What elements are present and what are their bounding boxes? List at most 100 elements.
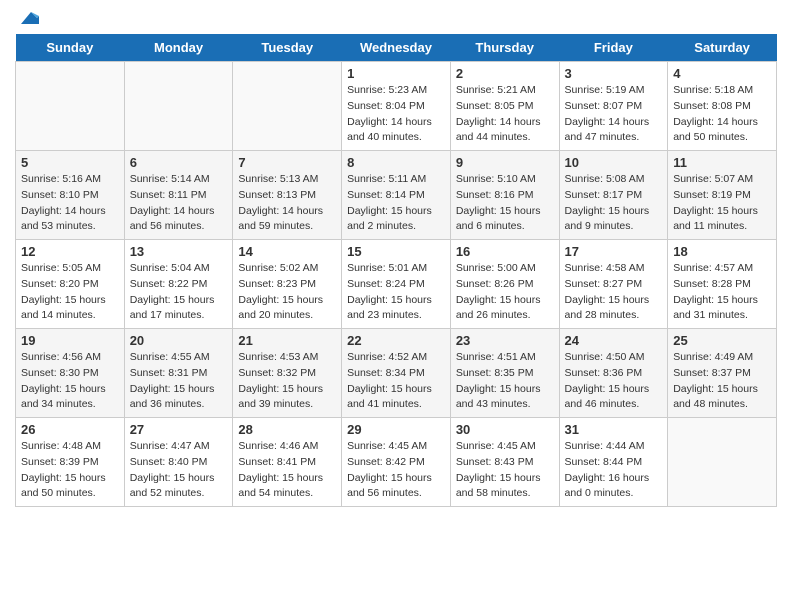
day-number: 23 bbox=[456, 333, 554, 348]
day-number: 13 bbox=[130, 244, 228, 259]
day-number: 31 bbox=[565, 422, 663, 437]
day-number: 9 bbox=[456, 155, 554, 170]
day-detail: Sunrise: 4:50 AMSunset: 8:36 PMDaylight:… bbox=[565, 350, 663, 413]
calendar-cell: 12 Sunrise: 5:05 AMSunset: 8:20 PMDaylig… bbox=[16, 240, 125, 329]
calendar-cell bbox=[124, 62, 233, 151]
week-row-5: 26 Sunrise: 4:48 AMSunset: 8:39 PMDaylig… bbox=[16, 418, 777, 507]
day-detail: Sunrise: 5:19 AMSunset: 8:07 PMDaylight:… bbox=[565, 83, 663, 146]
day-number: 22 bbox=[347, 333, 445, 348]
calendar-cell bbox=[16, 62, 125, 151]
day-number: 5 bbox=[21, 155, 119, 170]
calendar-cell bbox=[668, 418, 777, 507]
calendar-cell: 17 Sunrise: 4:58 AMSunset: 8:27 PMDaylig… bbox=[559, 240, 668, 329]
calendar-cell: 5 Sunrise: 5:16 AMSunset: 8:10 PMDayligh… bbox=[16, 151, 125, 240]
day-detail: Sunrise: 5:16 AMSunset: 8:10 PMDaylight:… bbox=[21, 172, 119, 235]
day-number: 14 bbox=[238, 244, 336, 259]
day-detail: Sunrise: 4:45 AMSunset: 8:43 PMDaylight:… bbox=[456, 439, 554, 502]
day-detail: Sunrise: 5:14 AMSunset: 8:11 PMDaylight:… bbox=[130, 172, 228, 235]
day-detail: Sunrise: 5:23 AMSunset: 8:04 PMDaylight:… bbox=[347, 83, 445, 146]
day-detail: Sunrise: 4:47 AMSunset: 8:40 PMDaylight:… bbox=[130, 439, 228, 502]
calendar-cell: 26 Sunrise: 4:48 AMSunset: 8:39 PMDaylig… bbox=[16, 418, 125, 507]
day-detail: Sunrise: 4:57 AMSunset: 8:28 PMDaylight:… bbox=[673, 261, 771, 324]
day-detail: Sunrise: 5:05 AMSunset: 8:20 PMDaylight:… bbox=[21, 261, 119, 324]
day-number: 30 bbox=[456, 422, 554, 437]
day-detail: Sunrise: 4:49 AMSunset: 8:37 PMDaylight:… bbox=[673, 350, 771, 413]
week-row-1: 1 Sunrise: 5:23 AMSunset: 8:04 PMDayligh… bbox=[16, 62, 777, 151]
day-number: 21 bbox=[238, 333, 336, 348]
day-number: 25 bbox=[673, 333, 771, 348]
day-number: 1 bbox=[347, 66, 445, 81]
calendar-cell: 1 Sunrise: 5:23 AMSunset: 8:04 PMDayligh… bbox=[342, 62, 451, 151]
calendar-cell: 24 Sunrise: 4:50 AMSunset: 8:36 PMDaylig… bbox=[559, 329, 668, 418]
calendar-cell: 21 Sunrise: 4:53 AMSunset: 8:32 PMDaylig… bbox=[233, 329, 342, 418]
calendar-cell: 30 Sunrise: 4:45 AMSunset: 8:43 PMDaylig… bbox=[450, 418, 559, 507]
day-detail: Sunrise: 4:48 AMSunset: 8:39 PMDaylight:… bbox=[21, 439, 119, 502]
logo-icon bbox=[17, 10, 39, 26]
day-detail: Sunrise: 5:18 AMSunset: 8:08 PMDaylight:… bbox=[673, 83, 771, 146]
week-row-4: 19 Sunrise: 4:56 AMSunset: 8:30 PMDaylig… bbox=[16, 329, 777, 418]
calendar-cell: 11 Sunrise: 5:07 AMSunset: 8:19 PMDaylig… bbox=[668, 151, 777, 240]
day-number: 12 bbox=[21, 244, 119, 259]
day-detail: Sunrise: 5:02 AMSunset: 8:23 PMDaylight:… bbox=[238, 261, 336, 324]
calendar-cell: 6 Sunrise: 5:14 AMSunset: 8:11 PMDayligh… bbox=[124, 151, 233, 240]
day-number: 17 bbox=[565, 244, 663, 259]
day-detail: Sunrise: 4:55 AMSunset: 8:31 PMDaylight:… bbox=[130, 350, 228, 413]
calendar-cell: 31 Sunrise: 4:44 AMSunset: 8:44 PMDaylig… bbox=[559, 418, 668, 507]
week-row-3: 12 Sunrise: 5:05 AMSunset: 8:20 PMDaylig… bbox=[16, 240, 777, 329]
day-number: 6 bbox=[130, 155, 228, 170]
day-number: 11 bbox=[673, 155, 771, 170]
day-number: 27 bbox=[130, 422, 228, 437]
calendar-cell: 28 Sunrise: 4:46 AMSunset: 8:41 PMDaylig… bbox=[233, 418, 342, 507]
calendar-cell: 27 Sunrise: 4:47 AMSunset: 8:40 PMDaylig… bbox=[124, 418, 233, 507]
day-detail: Sunrise: 5:01 AMSunset: 8:24 PMDaylight:… bbox=[347, 261, 445, 324]
calendar-cell: 20 Sunrise: 4:55 AMSunset: 8:31 PMDaylig… bbox=[124, 329, 233, 418]
calendar-cell: 19 Sunrise: 4:56 AMSunset: 8:30 PMDaylig… bbox=[16, 329, 125, 418]
header-row: SundayMondayTuesdayWednesdayThursdayFrid… bbox=[16, 34, 777, 62]
calendar-cell: 16 Sunrise: 5:00 AMSunset: 8:26 PMDaylig… bbox=[450, 240, 559, 329]
calendar-cell: 14 Sunrise: 5:02 AMSunset: 8:23 PMDaylig… bbox=[233, 240, 342, 329]
col-header-wednesday: Wednesday bbox=[342, 34, 451, 62]
calendar-cell: 15 Sunrise: 5:01 AMSunset: 8:24 PMDaylig… bbox=[342, 240, 451, 329]
col-header-tuesday: Tuesday bbox=[233, 34, 342, 62]
day-detail: Sunrise: 4:51 AMSunset: 8:35 PMDaylight:… bbox=[456, 350, 554, 413]
col-header-saturday: Saturday bbox=[668, 34, 777, 62]
calendar-cell: 9 Sunrise: 5:10 AMSunset: 8:16 PMDayligh… bbox=[450, 151, 559, 240]
calendar-cell: 23 Sunrise: 4:51 AMSunset: 8:35 PMDaylig… bbox=[450, 329, 559, 418]
day-number: 3 bbox=[565, 66, 663, 81]
day-number: 19 bbox=[21, 333, 119, 348]
day-number: 15 bbox=[347, 244, 445, 259]
day-detail: Sunrise: 5:21 AMSunset: 8:05 PMDaylight:… bbox=[456, 83, 554, 146]
calendar-cell: 8 Sunrise: 5:11 AMSunset: 8:14 PMDayligh… bbox=[342, 151, 451, 240]
day-number: 7 bbox=[238, 155, 336, 170]
day-detail: Sunrise: 4:56 AMSunset: 8:30 PMDaylight:… bbox=[21, 350, 119, 413]
day-detail: Sunrise: 5:08 AMSunset: 8:17 PMDaylight:… bbox=[565, 172, 663, 235]
col-header-friday: Friday bbox=[559, 34, 668, 62]
page-header bbox=[15, 10, 777, 26]
calendar-cell: 2 Sunrise: 5:21 AMSunset: 8:05 PMDayligh… bbox=[450, 62, 559, 151]
day-number: 8 bbox=[347, 155, 445, 170]
day-detail: Sunrise: 4:45 AMSunset: 8:42 PMDaylight:… bbox=[347, 439, 445, 502]
day-detail: Sunrise: 5:11 AMSunset: 8:14 PMDaylight:… bbox=[347, 172, 445, 235]
day-number: 18 bbox=[673, 244, 771, 259]
day-detail: Sunrise: 4:53 AMSunset: 8:32 PMDaylight:… bbox=[238, 350, 336, 413]
day-number: 20 bbox=[130, 333, 228, 348]
page-container: SundayMondayTuesdayWednesdayThursdayFrid… bbox=[0, 0, 792, 517]
logo bbox=[15, 10, 39, 26]
day-number: 26 bbox=[21, 422, 119, 437]
day-detail: Sunrise: 5:10 AMSunset: 8:16 PMDaylight:… bbox=[456, 172, 554, 235]
day-number: 10 bbox=[565, 155, 663, 170]
calendar-cell: 4 Sunrise: 5:18 AMSunset: 8:08 PMDayligh… bbox=[668, 62, 777, 151]
calendar-table: SundayMondayTuesdayWednesdayThursdayFrid… bbox=[15, 34, 777, 507]
day-detail: Sunrise: 4:46 AMSunset: 8:41 PMDaylight:… bbox=[238, 439, 336, 502]
day-detail: Sunrise: 5:13 AMSunset: 8:13 PMDaylight:… bbox=[238, 172, 336, 235]
calendar-cell: 22 Sunrise: 4:52 AMSunset: 8:34 PMDaylig… bbox=[342, 329, 451, 418]
calendar-cell: 13 Sunrise: 5:04 AMSunset: 8:22 PMDaylig… bbox=[124, 240, 233, 329]
day-number: 16 bbox=[456, 244, 554, 259]
calendar-cell: 7 Sunrise: 5:13 AMSunset: 8:13 PMDayligh… bbox=[233, 151, 342, 240]
calendar-cell: 25 Sunrise: 4:49 AMSunset: 8:37 PMDaylig… bbox=[668, 329, 777, 418]
col-header-monday: Monday bbox=[124, 34, 233, 62]
calendar-cell: 10 Sunrise: 5:08 AMSunset: 8:17 PMDaylig… bbox=[559, 151, 668, 240]
day-detail: Sunrise: 5:07 AMSunset: 8:19 PMDaylight:… bbox=[673, 172, 771, 235]
calendar-cell: 29 Sunrise: 4:45 AMSunset: 8:42 PMDaylig… bbox=[342, 418, 451, 507]
calendar-cell: 3 Sunrise: 5:19 AMSunset: 8:07 PMDayligh… bbox=[559, 62, 668, 151]
